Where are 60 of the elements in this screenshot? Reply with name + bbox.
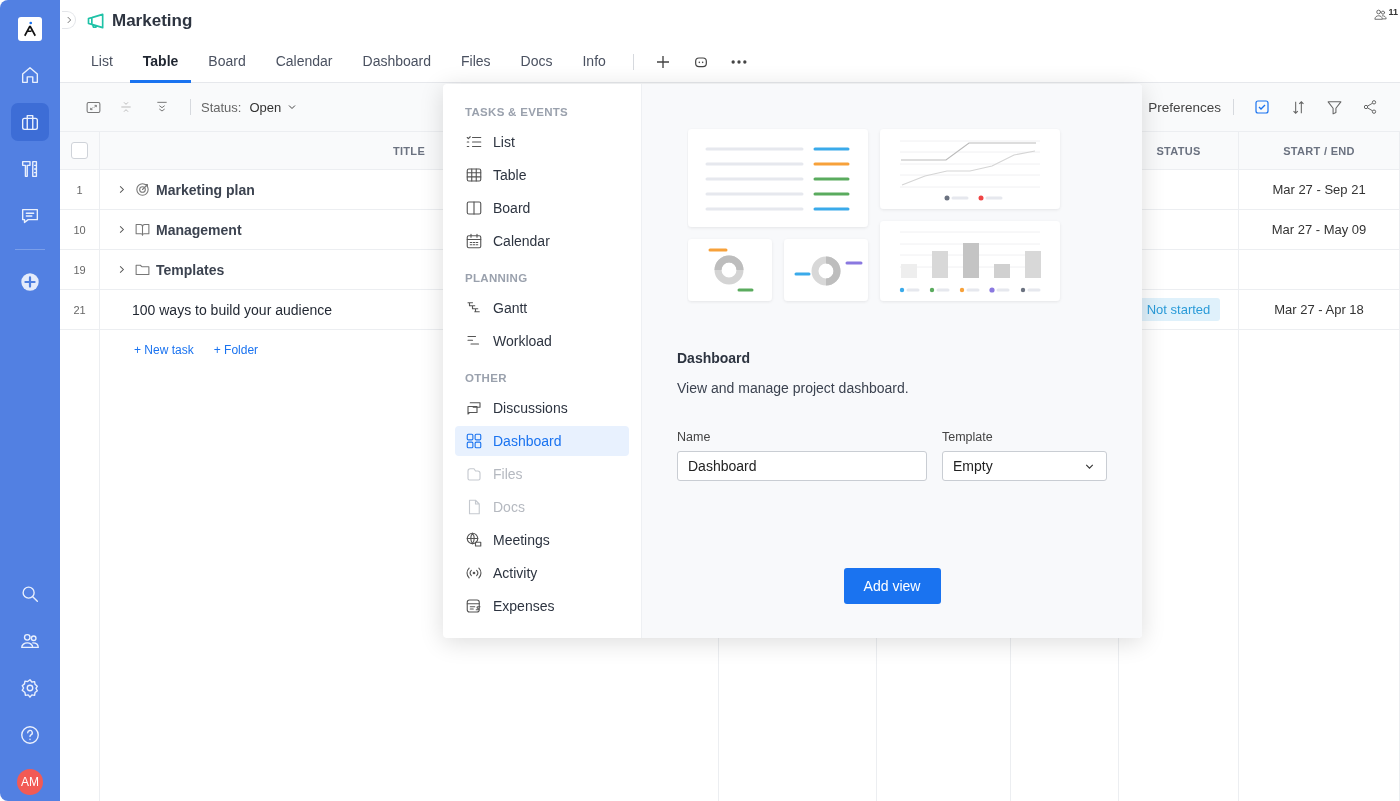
expenses-icon: [465, 597, 483, 615]
view-tab[interactable]: Info: [569, 42, 619, 83]
view-tab[interactable]: List: [78, 42, 126, 83]
view-tab[interactable]: Dashboard: [349, 42, 444, 83]
section-heading: TASKS & EVENTS: [464, 106, 570, 118]
expand-toggle[interactable]: [62, 11, 76, 29]
view-tab[interactable]: Board: [195, 42, 259, 83]
status-dropdown[interactable]: Open: [249, 99, 299, 115]
megaphone-icon: [86, 11, 106, 31]
row-number: 1: [76, 183, 83, 196]
book-icon: [134, 221, 151, 238]
view-type-item[interactable]: Dashboard: [455, 426, 629, 456]
group-title[interactable]: Marketing plan: [156, 181, 255, 198]
view-type-item[interactable]: Discussions: [455, 393, 629, 423]
view-description: View and manage project dashboard.: [677, 380, 910, 396]
globe-icon: [465, 531, 483, 549]
view-type-item[interactable]: Workload: [455, 326, 629, 356]
view-tab[interactable]: Docs: [507, 42, 566, 83]
view-type-item[interactable]: Meetings: [455, 525, 629, 555]
members-button[interactable]: 11: [1373, 6, 1398, 22]
view-tab[interactable]: Files: [448, 42, 504, 83]
template-label: Template: [942, 430, 994, 444]
view-type-item[interactable]: Gantt: [455, 293, 629, 323]
select-all-checkbox[interactable]: [71, 142, 88, 159]
view-type-item[interactable]: Calendar: [455, 226, 629, 256]
date-range: Mar 27 - May 09: [1271, 222, 1367, 237]
task-title[interactable]: 100 ways to build your audience: [132, 301, 333, 318]
board-icon: [465, 199, 483, 217]
name-input[interactable]: Dashboard: [677, 451, 927, 481]
view-type-item[interactable]: Board: [455, 193, 629, 223]
row-number: 21: [73, 303, 86, 316]
date-range: Mar 27 - Apr 18: [1274, 302, 1364, 317]
name-label: Name: [677, 430, 712, 444]
group-title[interactable]: Management: [156, 221, 242, 238]
row-number: 19: [73, 263, 86, 276]
grid-icon: [465, 432, 483, 450]
target-icon: [134, 181, 151, 198]
view-title: Dashboard: [677, 350, 752, 366]
briefcase-icon[interactable]: [11, 103, 49, 141]
app-logo[interactable]: [18, 17, 42, 41]
section-heading: PLANNING: [464, 272, 529, 284]
template-dropdown[interactable]: Empty: [942, 451, 1107, 481]
status-label: Status:: [201, 99, 242, 115]
calendar-icon: [465, 232, 483, 250]
files-icon: [465, 465, 483, 483]
project-title: Marketing: [112, 11, 193, 31]
view-tab[interactable]: Calendar: [262, 42, 346, 83]
preferences-button[interactable]: Preferences: [1148, 99, 1221, 115]
section-heading: OTHER: [464, 372, 508, 384]
group-title[interactable]: Templates: [156, 261, 225, 278]
add-link[interactable]: + New task: [134, 342, 194, 357]
column-header[interactable]: START / END: [1239, 132, 1400, 169]
view-type-item[interactable]: Activity: [455, 558, 629, 588]
row-number: 10: [73, 223, 86, 236]
add-link[interactable]: + Folder: [213, 342, 259, 357]
chat-icon: [465, 399, 483, 417]
add-view-button[interactable]: Add view: [843, 568, 941, 604]
view-type-item[interactable]: Expenses: [455, 591, 629, 621]
table-icon: [465, 166, 483, 184]
date-range: Mar 27 - Sep 21: [1272, 182, 1366, 197]
